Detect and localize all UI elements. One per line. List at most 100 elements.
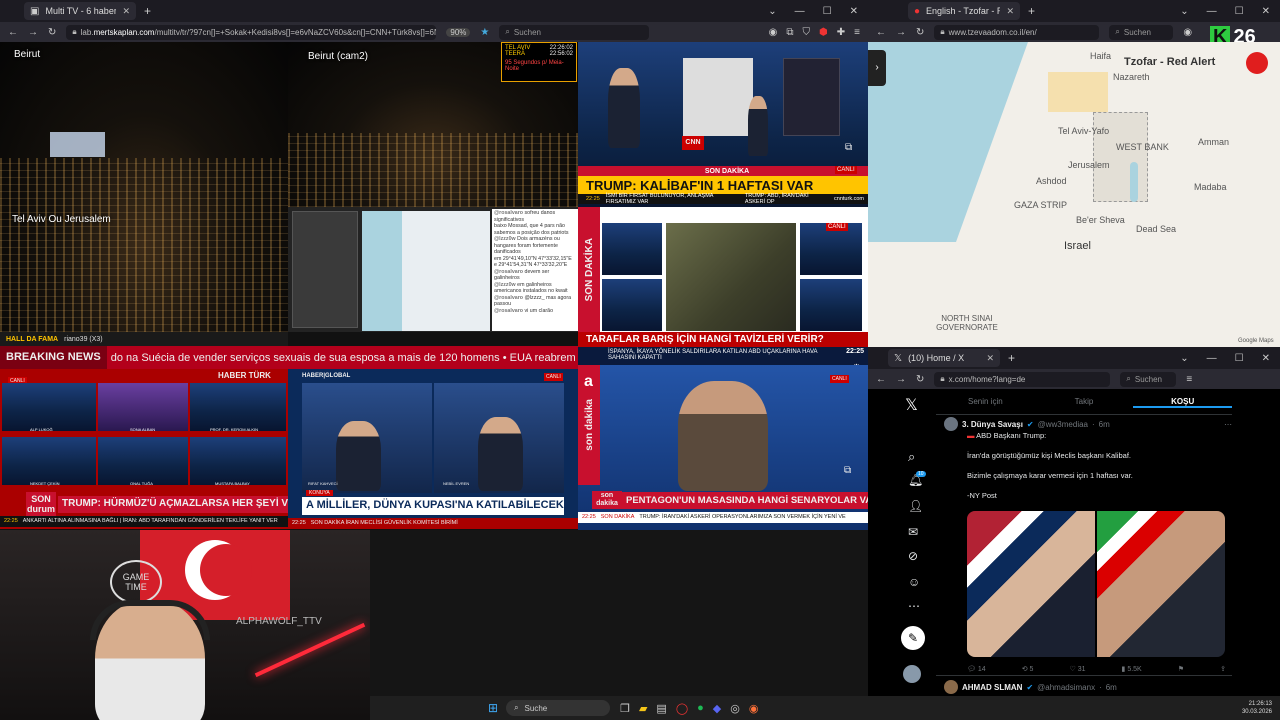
list-tabs-icon[interactable]: ⌄ xyxy=(1180,353,1188,364)
tv-grid-cell[interactable]: SON DAKİKA CANLI TARAFLAR BARIŞ İÇİN HAN… xyxy=(578,207,868,347)
tab-kosu[interactable]: KOŞU xyxy=(1133,397,1233,408)
close-window-icon[interactable]: ✕ xyxy=(850,6,858,17)
spotify-icon[interactable]: ● xyxy=(697,702,704,715)
share-icon[interactable]: ⇪ xyxy=(1220,665,1226,673)
close-icon[interactable]: ✕ xyxy=(986,353,994,364)
minimize-icon[interactable]: — xyxy=(795,6,805,17)
back-icon[interactable]: ← xyxy=(8,27,18,38)
sidebar-toggle[interactable]: › xyxy=(868,50,886,86)
back-icon[interactable]: ← xyxy=(876,27,886,38)
star-icon[interactable]: ★ xyxy=(480,27,489,38)
views-button[interactable]: ▮ 5.5K xyxy=(1122,665,1142,673)
explorer-icon[interactable]: ▰ xyxy=(639,702,647,715)
tweet-1[interactable]: 3. Dünya Savaşı ✔ @ww3mediaa · 6m ⋯ ▬ AB… xyxy=(936,417,1232,673)
feed-tabs: Senin için Takip KOŞU xyxy=(936,397,1233,408)
tab-x-home[interactable]: 𝕏 (10) Home / X ✕ xyxy=(888,349,1000,367)
zoom-level[interactable]: 90% xyxy=(446,27,471,37)
pip-icon[interactable]: ⧉ xyxy=(845,142,852,153)
close-icon[interactable]: ✕ xyxy=(1006,6,1014,17)
forward-icon[interactable]: → xyxy=(896,374,906,385)
start-icon[interactable]: ⊞ xyxy=(488,701,498,715)
close-window-icon[interactable]: ✕ xyxy=(1262,353,1270,364)
new-tab-button[interactable]: + xyxy=(1028,4,1035,18)
list-tabs-icon[interactable]: ⌄ xyxy=(768,6,776,17)
haberglobal-cell[interactable]: HABER|GLOBAL CANLI RIFAT KAHVECİ NEBİL E… xyxy=(288,369,578,529)
tab-multitv[interactable]: ▣ Multi TV - 6 haber kanalını aynı ✕ xyxy=(24,2,136,20)
haberturk-cell[interactable]: HABER TÜRK CANLI ALP LUKOĞ SONA ALBAN PR… xyxy=(0,369,288,529)
reload-icon[interactable]: ↻ xyxy=(916,374,924,385)
alert-zone xyxy=(1048,72,1108,112)
new-tab-button[interactable]: + xyxy=(144,4,151,18)
x-home-logo-icon[interactable]: 𝕏 xyxy=(905,395,918,415)
maximize-icon[interactable]: ☐ xyxy=(1235,353,1244,364)
url-bar[interactable]: 🔒︎ lab. mertskaplan.com/multitv/tr/?97cn[… xyxy=(66,24,437,40)
account-icon[interactable]: ◉ xyxy=(1183,27,1192,38)
chat-map-cell[interactable]: @rosalvaro sofreu danos significativos b… xyxy=(288,207,578,332)
window-controls: ⌄ — ☐ ✕ xyxy=(1180,353,1280,364)
minimize-icon[interactable]: — xyxy=(1207,6,1217,17)
list-tabs-icon[interactable]: ⌄ xyxy=(1180,6,1188,17)
adblock-icon[interactable]: ⬢ xyxy=(819,27,828,38)
explore-icon[interactable]: ⌕ xyxy=(908,449,915,465)
shield-icon[interactable]: ⛉ xyxy=(803,27,811,38)
bookmark-icon[interactable]: ⚑ xyxy=(1178,665,1184,673)
x-tab-bar: 𝕏 (10) Home / X ✕ + ⌄ — ☐ ✕ xyxy=(868,347,1280,369)
maximize-icon[interactable]: ☐ xyxy=(823,6,832,17)
profile-icon[interactable]: ☺ xyxy=(908,575,920,589)
forward-icon[interactable]: → xyxy=(28,27,38,38)
reload-icon[interactable]: ↻ xyxy=(916,27,924,38)
extension-icon[interactable]: ⧉ xyxy=(786,27,793,38)
post-button[interactable]: ✎ xyxy=(901,626,925,650)
discord-icon[interactable]: ◆ xyxy=(713,702,721,715)
more-options-icon[interactable]: ⋯ xyxy=(1224,420,1232,429)
account-avatar[interactable] xyxy=(903,665,921,683)
headphones xyxy=(90,600,210,640)
task-view-icon[interactable]: ❐ xyxy=(620,702,630,715)
terminal-icon[interactable]: ▤ xyxy=(656,702,666,715)
search-input[interactable]: ⌕ Suchen xyxy=(1120,371,1177,387)
forward-icon[interactable]: → xyxy=(896,27,906,38)
follow-icon[interactable]: 👤︎ xyxy=(908,499,923,513)
maximize-icon[interactable]: ☐ xyxy=(1235,6,1244,17)
reply-button[interactable]: 💬︎ 14 xyxy=(967,665,986,673)
cam-beirut[interactable]: Beirut Tel Aviv Ou Jerusalem xyxy=(0,42,288,332)
retweet-button[interactable]: ⟲ 5 xyxy=(1022,665,1034,673)
menu-icon[interactable]: ≡ xyxy=(1186,374,1192,385)
new-tab-button[interactable]: + xyxy=(1008,351,1015,365)
chat-msg: @lzzz0w Dois armazéns ou hangares foram … xyxy=(494,236,560,255)
tzofar-map[interactable]: Tzofar - Red Alert Haifa Nazareth Tel Av… xyxy=(868,42,1280,347)
firefox-icon[interactable]: ◉ xyxy=(749,702,759,715)
account-icon[interactable]: ◉ xyxy=(769,27,778,38)
tweet-media[interactable] xyxy=(967,511,1225,657)
close-icon[interactable]: ✕ xyxy=(122,6,130,17)
close-window-icon[interactable]: ✕ xyxy=(1262,6,1270,17)
grok-icon[interactable]: ⊘ xyxy=(908,549,918,563)
like-button[interactable]: ♡ 31 xyxy=(1069,665,1085,673)
tab-tzofar[interactable]: ● English - Tzofar - Red Alert ✕ xyxy=(908,2,1020,20)
avatar[interactable] xyxy=(944,417,958,431)
minimize-icon[interactable]: — xyxy=(1207,353,1217,364)
tab-for-you[interactable]: Senin için xyxy=(936,397,1035,408)
obs-icon[interactable]: ◎ xyxy=(730,702,740,715)
reload-icon[interactable]: ↻ xyxy=(48,27,56,38)
ahaber-cell[interactable]: son dakika a CANLI ⧉ son dakika PENTAGON… xyxy=(578,365,868,530)
url-bar[interactable]: 🔒︎ x.com/home?lang=de xyxy=(934,371,1111,387)
messages-icon[interactable]: ✉ xyxy=(908,525,918,539)
taskbar-search[interactable]: ⌕ Suche xyxy=(506,700,611,716)
avatar[interactable] xyxy=(944,680,958,694)
cam-beirut-2[interactable]: Beirut (cam2) TEL AVIV 22:26:02 TEERÃ 22:5… xyxy=(288,42,578,207)
search-input[interactable]: ⌕ Suchen xyxy=(1109,24,1174,40)
back-icon[interactable]: ← xyxy=(876,374,886,385)
tab-following[interactable]: Takip xyxy=(1035,397,1134,408)
more-icon[interactable]: ⋯ xyxy=(908,599,920,613)
tweet-2[interactable]: AHMAD SLMAN ✔ @ahmadsimanx · 6m xyxy=(944,680,1232,694)
menu-icon[interactable]: ≡ xyxy=(854,27,860,38)
puzzle-icon[interactable]: ✚ xyxy=(837,27,845,38)
pip-icon[interactable]: ⧉ xyxy=(844,465,851,476)
tv-headline: TARAFLAR BARIŞ İÇİN HANGİ TAVİZLERİ VERİ… xyxy=(578,332,868,347)
search-input[interactable]: ⌕ Suchen xyxy=(499,24,650,40)
url-bar[interactable]: 🔒︎ www.tzevaadom.co.il/en/ xyxy=(934,24,1100,40)
opera-icon[interactable]: ◯ xyxy=(676,702,688,715)
system-clock[interactable]: 21:26:13 30.03.2026 xyxy=(1242,700,1272,716)
cnn-turk-cell[interactable]: CNN ⧉ SON DAKİKA TRUMP: KALİBAF'IN 1 HAF… xyxy=(578,42,868,207)
